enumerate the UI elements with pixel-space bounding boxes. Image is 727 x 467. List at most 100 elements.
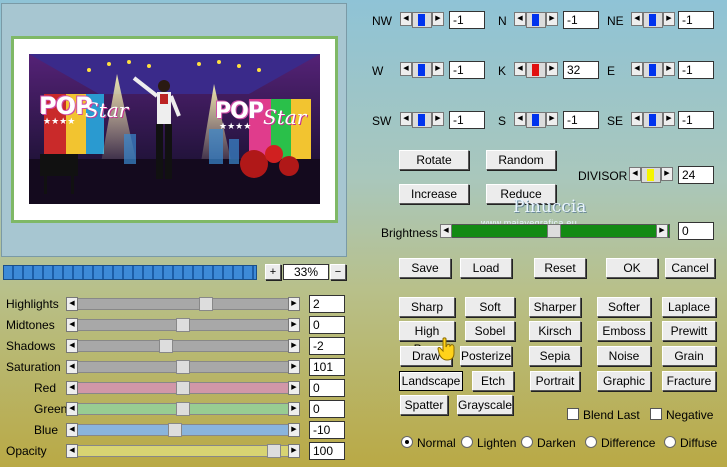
effect-kirsch-button[interactable]: Kirsch: [529, 321, 581, 341]
matrix-e-left-arrow[interactable]: ◀: [631, 62, 643, 76]
matrix-k-value[interactable]: 32: [563, 61, 599, 79]
effect-fracture-button[interactable]: Fracture: [662, 371, 716, 391]
effect-posterize-button[interactable]: Posterize: [460, 346, 512, 366]
matrix-w-left-arrow[interactable]: ◀: [400, 62, 412, 76]
blend-lighten-radio[interactable]: [461, 436, 473, 448]
matrix-n-right-arrow[interactable]: ▶: [546, 12, 558, 26]
effect-sobel-button[interactable]: Sobel: [465, 321, 515, 341]
opacity-value[interactable]: 100: [309, 442, 345, 460]
matrix-w-thumb[interactable]: [418, 64, 425, 76]
matrix-ne-value[interactable]: -1: [678, 11, 714, 29]
brightness-left-arrow[interactable]: ◀: [440, 224, 452, 238]
matrix-k-thumb[interactable]: [532, 64, 539, 76]
matrix-n-value[interactable]: -1: [563, 11, 599, 29]
shadows-left-arrow[interactable]: ◀: [66, 339, 78, 353]
matrix-s-right-arrow[interactable]: ▶: [546, 112, 558, 126]
green-value[interactable]: 0: [309, 400, 345, 418]
matrix-se-thumb[interactable]: [649, 114, 656, 126]
matrix-n-slider[interactable]: [526, 12, 546, 28]
effect-graphic-button[interactable]: Graphic: [597, 371, 651, 391]
effect-sepia-button[interactable]: Sepia: [529, 346, 581, 366]
divisor-slider[interactable]: [641, 167, 661, 183]
blue-thumb[interactable]: [168, 423, 182, 437]
divisor-thumb[interactable]: [647, 169, 654, 181]
matrix-sw-thumb[interactable]: [418, 114, 425, 126]
matrix-nw-left-arrow[interactable]: ◀: [400, 12, 412, 26]
red-thumb[interactable]: [176, 381, 190, 395]
divisor-value[interactable]: 24: [678, 166, 714, 184]
matrix-se-value[interactable]: -1: [678, 111, 714, 129]
brightness-right-arrow[interactable]: ▶: [656, 224, 668, 238]
effect-laplace-button[interactable]: Laplace: [662, 297, 716, 317]
rotate-button[interactable]: Rotate: [399, 150, 469, 170]
red-right-arrow[interactable]: ▶: [288, 381, 300, 395]
effect-spatter-button[interactable]: Spatter: [400, 395, 448, 415]
highlights-thumb[interactable]: [199, 297, 213, 311]
divisor-right-arrow[interactable]: ▶: [661, 167, 673, 181]
matrix-nw-thumb[interactable]: [418, 14, 425, 26]
shadows-slider[interactable]: ◀ ▶: [66, 339, 300, 353]
blend-last-checkbox[interactable]: [567, 408, 579, 420]
opacity-right-arrow[interactable]: ▶: [288, 444, 300, 458]
matrix-sw-left-arrow[interactable]: ◀: [400, 112, 412, 126]
matrix-w-right-arrow[interactable]: ▶: [432, 62, 444, 76]
negative-checkbox[interactable]: [650, 408, 662, 420]
matrix-se-right-arrow[interactable]: ▶: [663, 112, 675, 126]
zoom-in-button[interactable]: +: [265, 264, 281, 280]
red-value[interactable]: 0: [309, 379, 345, 397]
effect-soft-button[interactable]: Soft: [465, 297, 515, 317]
midtones-value[interactable]: 0: [309, 316, 345, 334]
matrix-ne-right-arrow[interactable]: ▶: [663, 12, 675, 26]
matrix-k-slider[interactable]: [526, 62, 546, 78]
blue-value[interactable]: -10: [309, 421, 345, 439]
matrix-e-thumb[interactable]: [649, 64, 656, 76]
save-button[interactable]: Save: [399, 258, 451, 278]
matrix-s-slider[interactable]: [526, 112, 546, 128]
preview-image[interactable]: POP Star ★★★★ POP Star ★★★★: [29, 54, 320, 204]
brightness-slider[interactable]: ◀ ▶: [440, 224, 670, 238]
matrix-n-thumb[interactable]: [532, 14, 539, 26]
brightness-value[interactable]: 0: [678, 222, 714, 240]
effect-prewitt-button[interactable]: Prewitt: [662, 321, 716, 341]
zoom-bar[interactable]: [3, 265, 257, 280]
matrix-nw-value[interactable]: -1: [449, 11, 485, 29]
matrix-nw-right-arrow[interactable]: ▶: [432, 12, 444, 26]
effect-portrait-button[interactable]: Portrait: [530, 371, 580, 391]
green-slider[interactable]: ◀ ▶: [66, 402, 300, 416]
matrix-k-left-arrow[interactable]: ◀: [514, 62, 526, 76]
shadows-thumb[interactable]: [159, 339, 173, 353]
blue-right-arrow[interactable]: ▶: [288, 423, 300, 437]
saturation-right-arrow[interactable]: ▶: [288, 360, 300, 374]
highlights-value[interactable]: 2: [309, 295, 345, 313]
matrix-s-left-arrow[interactable]: ◀: [514, 112, 526, 126]
matrix-w-slider[interactable]: [412, 62, 432, 78]
midtones-left-arrow[interactable]: ◀: [66, 318, 78, 332]
blend-darken-radio[interactable]: [521, 436, 533, 448]
opacity-slider[interactable]: ◀ ▶: [66, 444, 300, 458]
matrix-se-slider[interactable]: [643, 112, 663, 128]
green-right-arrow[interactable]: ▶: [288, 402, 300, 416]
midtones-slider[interactable]: ◀ ▶: [66, 318, 300, 332]
effect-noise-button[interactable]: Noise: [597, 346, 651, 366]
red-left-arrow[interactable]: ◀: [66, 381, 78, 395]
matrix-e-right-arrow[interactable]: ▶: [663, 62, 675, 76]
divisor-left-arrow[interactable]: ◀: [629, 167, 641, 181]
matrix-k-right-arrow[interactable]: ▶: [546, 62, 558, 76]
effect-sharper-button[interactable]: Sharper: [529, 297, 581, 317]
ok-button[interactable]: OK: [606, 258, 658, 278]
opacity-left-arrow[interactable]: ◀: [66, 444, 78, 458]
brightness-thumb[interactable]: [547, 224, 561, 238]
effect-etch-button[interactable]: Etch: [472, 371, 514, 391]
random-button[interactable]: Random: [486, 150, 556, 170]
matrix-se-left-arrow[interactable]: ◀: [631, 112, 643, 126]
green-left-arrow[interactable]: ◀: [66, 402, 78, 416]
highlights-left-arrow[interactable]: ◀: [66, 297, 78, 311]
reset-button[interactable]: Reset: [534, 258, 586, 278]
effect-landscape-button[interactable]: Landscape: [399, 371, 463, 391]
increase-button[interactable]: Increase: [399, 184, 469, 204]
matrix-s-value[interactable]: -1: [563, 111, 599, 129]
blue-left-arrow[interactable]: ◀: [66, 423, 78, 437]
matrix-ne-thumb[interactable]: [649, 14, 656, 26]
effect-grayscale-button[interactable]: Grayscale: [457, 395, 513, 415]
shadows-right-arrow[interactable]: ▶: [288, 339, 300, 353]
